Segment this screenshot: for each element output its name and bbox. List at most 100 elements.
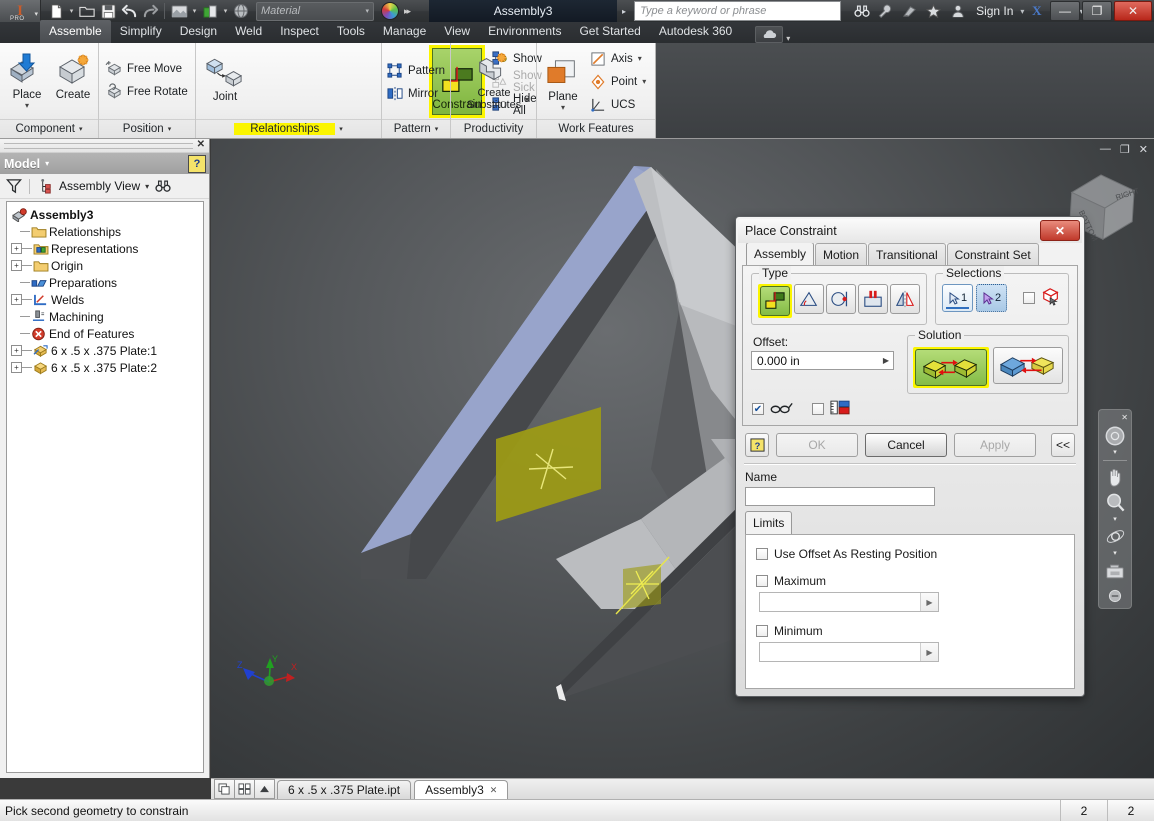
full-navigation-wheel-icon[interactable] (1102, 424, 1128, 447)
tree-node-relationships[interactable]: Relationships (7, 223, 203, 240)
pattern-button[interactable]: Pattern (386, 59, 450, 82)
maximum-checkbox[interactable] (756, 575, 768, 587)
glasses-preview-icon[interactable] (770, 401, 794, 418)
point-chevron-down-icon[interactable]: ▾ (642, 77, 646, 86)
color-wheel-icon[interactable] (381, 2, 399, 20)
zoom-magnifier-icon[interactable] (1102, 491, 1128, 514)
orbit-icon[interactable] (1102, 525, 1128, 548)
show-motion-camera-icon[interactable] (1102, 559, 1128, 582)
tree-expander[interactable]: + (11, 294, 22, 305)
work-point-button[interactable]: Point ▾ (589, 70, 646, 93)
name-input[interactable] (745, 487, 935, 506)
tree-node-assembly3[interactable]: Assembly3 (7, 206, 203, 223)
signin-chevron-down-icon[interactable]: ▾ (1020, 7, 1024, 16)
joint-button[interactable]: Joint (202, 51, 248, 103)
render-globe-icon[interactable] (231, 1, 251, 21)
apply-button[interactable]: Apply (954, 433, 1036, 457)
minimum-row[interactable]: Minimum (756, 624, 1064, 638)
insert-constraint-button[interactable] (858, 284, 888, 314)
create-substitutes-button[interactable]: Create Substitutes (463, 47, 525, 111)
minimum-checkbox[interactable] (756, 625, 768, 637)
tab-constraint-set[interactable]: Constraint Set (947, 243, 1039, 265)
document-minimize-button[interactable]: — (1100, 143, 1111, 156)
minimize-button[interactable]: — (1050, 1, 1080, 21)
offset-dropdown-arrow-icon[interactable]: ▶ (883, 356, 889, 365)
material-dropdown[interactable]: Material ▾ (256, 2, 374, 21)
ribbon-tab-weld[interactable]: Weld (226, 20, 271, 43)
tangent-constraint-button[interactable] (826, 284, 856, 314)
model-tree[interactable]: Assembly3 Relationships + Representation… (6, 201, 204, 773)
scroll-up-icon[interactable] (254, 779, 275, 799)
browser-drag-handle[interactable]: ✕ (0, 139, 209, 153)
ribbon-tab-simplify[interactable]: Simplify (111, 20, 171, 43)
assembly-view-chevron-down-icon[interactable]: ▾ (145, 182, 149, 191)
material-swatch-icon[interactable] (200, 1, 220, 21)
tab-limits[interactable]: Limits (745, 511, 792, 534)
ok-button[interactable]: OK (776, 433, 858, 457)
angle-constraint-button[interactable] (794, 284, 824, 314)
close-button[interactable]: ✕ (1114, 1, 1152, 21)
open-folder-icon[interactable] (77, 1, 97, 21)
tree-node-machining[interactable]: Machining (7, 308, 203, 325)
tree-expander[interactable]: + (11, 243, 22, 254)
tab-motion[interactable]: Motion (815, 243, 867, 265)
place-component-button[interactable]: Place ▾ (2, 49, 52, 110)
ucs-button[interactable]: UCS (589, 93, 646, 116)
chevron-down-icon[interactable]: ▾ (34, 10, 38, 18)
ribbon-panel-label-pattern[interactable]: Pattern ▾ (382, 119, 450, 138)
place-constraint-dialog[interactable]: Place Constraint ✕ Assembly Motion Trans… (735, 216, 1085, 697)
create-substitutes-chevron-down-icon[interactable]: ▾ (525, 95, 529, 104)
exchange-icon[interactable]: X (1031, 3, 1048, 20)
dialog-close-button[interactable]: ✕ (1040, 220, 1080, 241)
ribbon-panel-label-component[interactable]: Component ▾ (0, 119, 98, 138)
selection-2-button[interactable]: 2 (976, 284, 1007, 312)
tile-windows-icon[interactable] (234, 779, 255, 799)
ribbon-tab-design[interactable]: Design (171, 20, 226, 43)
use-offset-checkbox[interactable] (756, 548, 768, 560)
predict-offset-checkbox[interactable] (812, 403, 824, 415)
offset-input[interactable]: 0.000 in ▶ (751, 351, 894, 370)
use-offset-row[interactable]: Use Offset As Resting Position (756, 547, 1064, 561)
redo-icon[interactable] (140, 1, 160, 21)
dialog-help-button[interactable]: ? (745, 433, 769, 457)
ribbon-tab-environments[interactable]: Environments (479, 20, 570, 43)
star-favorites-icon[interactable] (925, 3, 942, 20)
create-component-button[interactable]: Create (48, 49, 98, 101)
maximum-row[interactable]: Maximum (756, 574, 1064, 588)
browser-close-icon[interactable]: ✕ (197, 139, 205, 150)
search-input[interactable]: Type a keyword or phrase (634, 1, 841, 21)
axis-chevron-down-icon[interactable]: ▾ (638, 54, 642, 63)
solution-mate-button[interactable] (915, 349, 987, 386)
tree-node-representations[interactable]: + Representations (7, 240, 203, 257)
tree-node-preparations[interactable]: Preparations (7, 274, 203, 291)
search-binoculars-icon[interactable] (853, 3, 870, 20)
tree-node-origin[interactable]: + Origin (7, 257, 203, 274)
document-restore-button[interactable]: ❐ (1120, 143, 1130, 156)
tool-wrench-icon[interactable] (877, 3, 894, 20)
user-account-icon[interactable] (949, 3, 966, 20)
maximum-dropdown-arrow-icon[interactable]: ▶ (920, 593, 938, 611)
pan-hand-icon[interactable] (1102, 465, 1128, 488)
save-icon[interactable] (98, 1, 118, 21)
tab-transitional[interactable]: Transitional (868, 243, 946, 265)
ribbon-panel-label-work-features[interactable]: Work Features (537, 119, 655, 138)
minimum-input[interactable]: ▶ (759, 642, 939, 662)
satellite-icon[interactable] (901, 3, 918, 20)
place-chevron-down-icon[interactable]: ▾ (2, 101, 52, 110)
tree-expander[interactable]: + (11, 345, 22, 356)
tree-node-plate-2[interactable]: + 6 x .5 x .375 Plate:2 (7, 359, 203, 376)
sign-in-button[interactable]: Sign In (976, 4, 1013, 18)
tree-node-end-of-features[interactable]: End of Features (7, 325, 203, 342)
dialog-title-bar[interactable]: Place Constraint ✕ (738, 219, 1082, 243)
document-close-button[interactable]: ✕ (1139, 143, 1148, 156)
document-title-chevron-icon[interactable]: ▸ (622, 7, 626, 16)
wheel-chevron-down-icon[interactable]: ▾ (1113, 449, 1117, 456)
free-rotate-button[interactable]: Free Rotate (105, 80, 195, 103)
ribbon-tab-tools[interactable]: Tools (328, 20, 374, 43)
pick-part-first-checkbox[interactable] (1023, 292, 1035, 304)
ribbon-panel-label-productivity[interactable]: Productivity (451, 119, 536, 138)
symmetry-constraint-button[interactable] (890, 284, 920, 314)
find-binoculars-icon[interactable] (154, 178, 171, 195)
maximum-input[interactable]: ▶ (759, 592, 939, 612)
ribbon-tab-get-started[interactable]: Get Started (570, 20, 649, 43)
